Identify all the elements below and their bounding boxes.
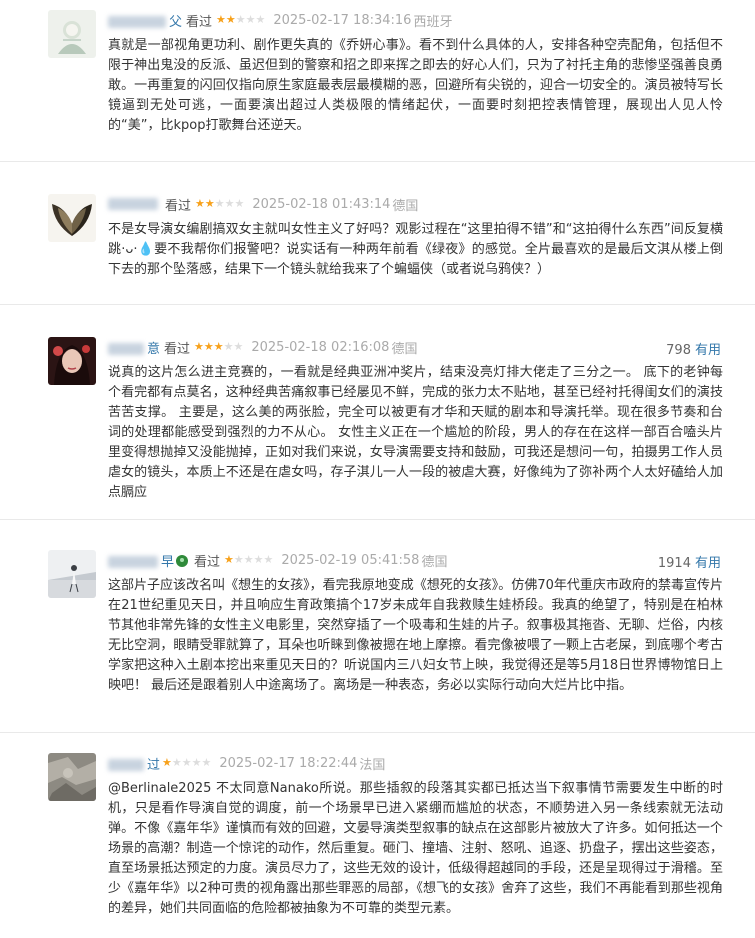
watched-label: 看过 (194, 554, 221, 570)
rating-stars: ★★★★★ (224, 552, 274, 566)
review-meta: 父 看过 ★★★★★ 2025-02-17 18:34:16 西班牙 (108, 10, 452, 30)
review-location: 德国 (421, 554, 448, 570)
review-meta: 意 看过 ★★★★★ 2025-02-18 02:16:08 德国 (108, 337, 417, 357)
rating-stars: ★★★★★ (195, 196, 245, 210)
watched-label: 看过 (164, 341, 191, 357)
review-meta: 早 看过 ★★★★★ 2025-02-19 05:41:58 德国 (108, 550, 447, 570)
review-location: 德国 (391, 341, 418, 357)
useful-button[interactable]: 有用 (695, 556, 721, 571)
review-text: 真就是一部视角更功利、剧作更失真的《乔妍心事》。看不到什么具体的人，安排各种空壳… (108, 38, 723, 133)
username[interactable]: 父 (108, 11, 182, 30)
watched-label: 看过 (165, 198, 192, 214)
avatar[interactable] (48, 753, 96, 801)
review-time: 2025-02-18 01:43:14 (252, 196, 391, 212)
review-meta: 看过 ★★★★★ 2025-02-18 01:43:14 德国 (108, 194, 418, 214)
review-location: 法国 (359, 757, 386, 773)
username[interactable]: 意 (108, 338, 160, 357)
useful-count: 1914 (657, 556, 691, 571)
rating-stars: ★★★★★ (216, 12, 266, 26)
useful-button[interactable]: 有用 (695, 343, 721, 358)
rating-stars: ★★★★★ (162, 755, 212, 769)
alien-emoji-icon (176, 555, 189, 567)
review-time: 2025-02-17 18:22:44 (219, 755, 358, 771)
useful-count: 798 (666, 343, 691, 358)
review-text: 说真的这片怎么进主竞赛的，一看就是经典亚洲冲奖片，结束没亮灯排大佬走了三分之一。… (108, 365, 723, 500)
watched-label: 看过 (186, 14, 213, 30)
avatar[interactable] (48, 194, 96, 242)
review-item: 过 ★★★★★ 2025-02-17 18:22:44 法国 @Berlinal… (0, 733, 755, 938)
review-location: 西班牙 (413, 14, 453, 30)
review-location: 德国 (392, 198, 419, 214)
review-item: 早 看过 ★★★★★ 2025-02-19 05:41:58 德国 1914 有用… (0, 520, 755, 733)
review-time: 2025-02-18 02:16:08 (251, 339, 390, 355)
review-item: 看过 ★★★★★ 2025-02-18 01:43:14 德国 不是女导演女编剧… (0, 162, 755, 305)
username[interactable]: 过 (108, 754, 160, 773)
review-text: 不是女导演女编剧搞双女主就叫女性主义了好吗？观影过程在“这里拍得不错”和“这拍得… (108, 222, 723, 277)
username[interactable]: 早 (108, 551, 174, 570)
useful-votes: 798 有用 (666, 339, 721, 358)
avatar[interactable] (48, 550, 96, 598)
review-time: 2025-02-19 05:41:58 (281, 552, 420, 568)
username[interactable] (108, 197, 161, 212)
avatar[interactable] (48, 10, 96, 58)
avatar[interactable] (48, 337, 96, 385)
rating-stars: ★★★★★ (194, 339, 244, 353)
review-time: 2025-02-17 18:34:16 (273, 12, 412, 28)
review-text: @Berlinale2025 不太同意Nanako所说。那些插叙的段落其实都已抵… (108, 781, 723, 916)
useful-votes: 1914 有用 (658, 552, 721, 571)
review-text: 这部片子应该改名叫《想生的女孩》，看完我原地变成《想死的女孩》。仿佛70年代重庆… (108, 578, 723, 693)
review-item: 父 看过 ★★★★★ 2025-02-17 18:34:16 西班牙 真就是一部… (0, 0, 755, 162)
review-item: 意 看过 ★★★★★ 2025-02-18 02:16:08 德国 798 有用 … (0, 305, 755, 520)
review-meta: 过 ★★★★★ 2025-02-17 18:22:44 法国 (108, 753, 385, 773)
